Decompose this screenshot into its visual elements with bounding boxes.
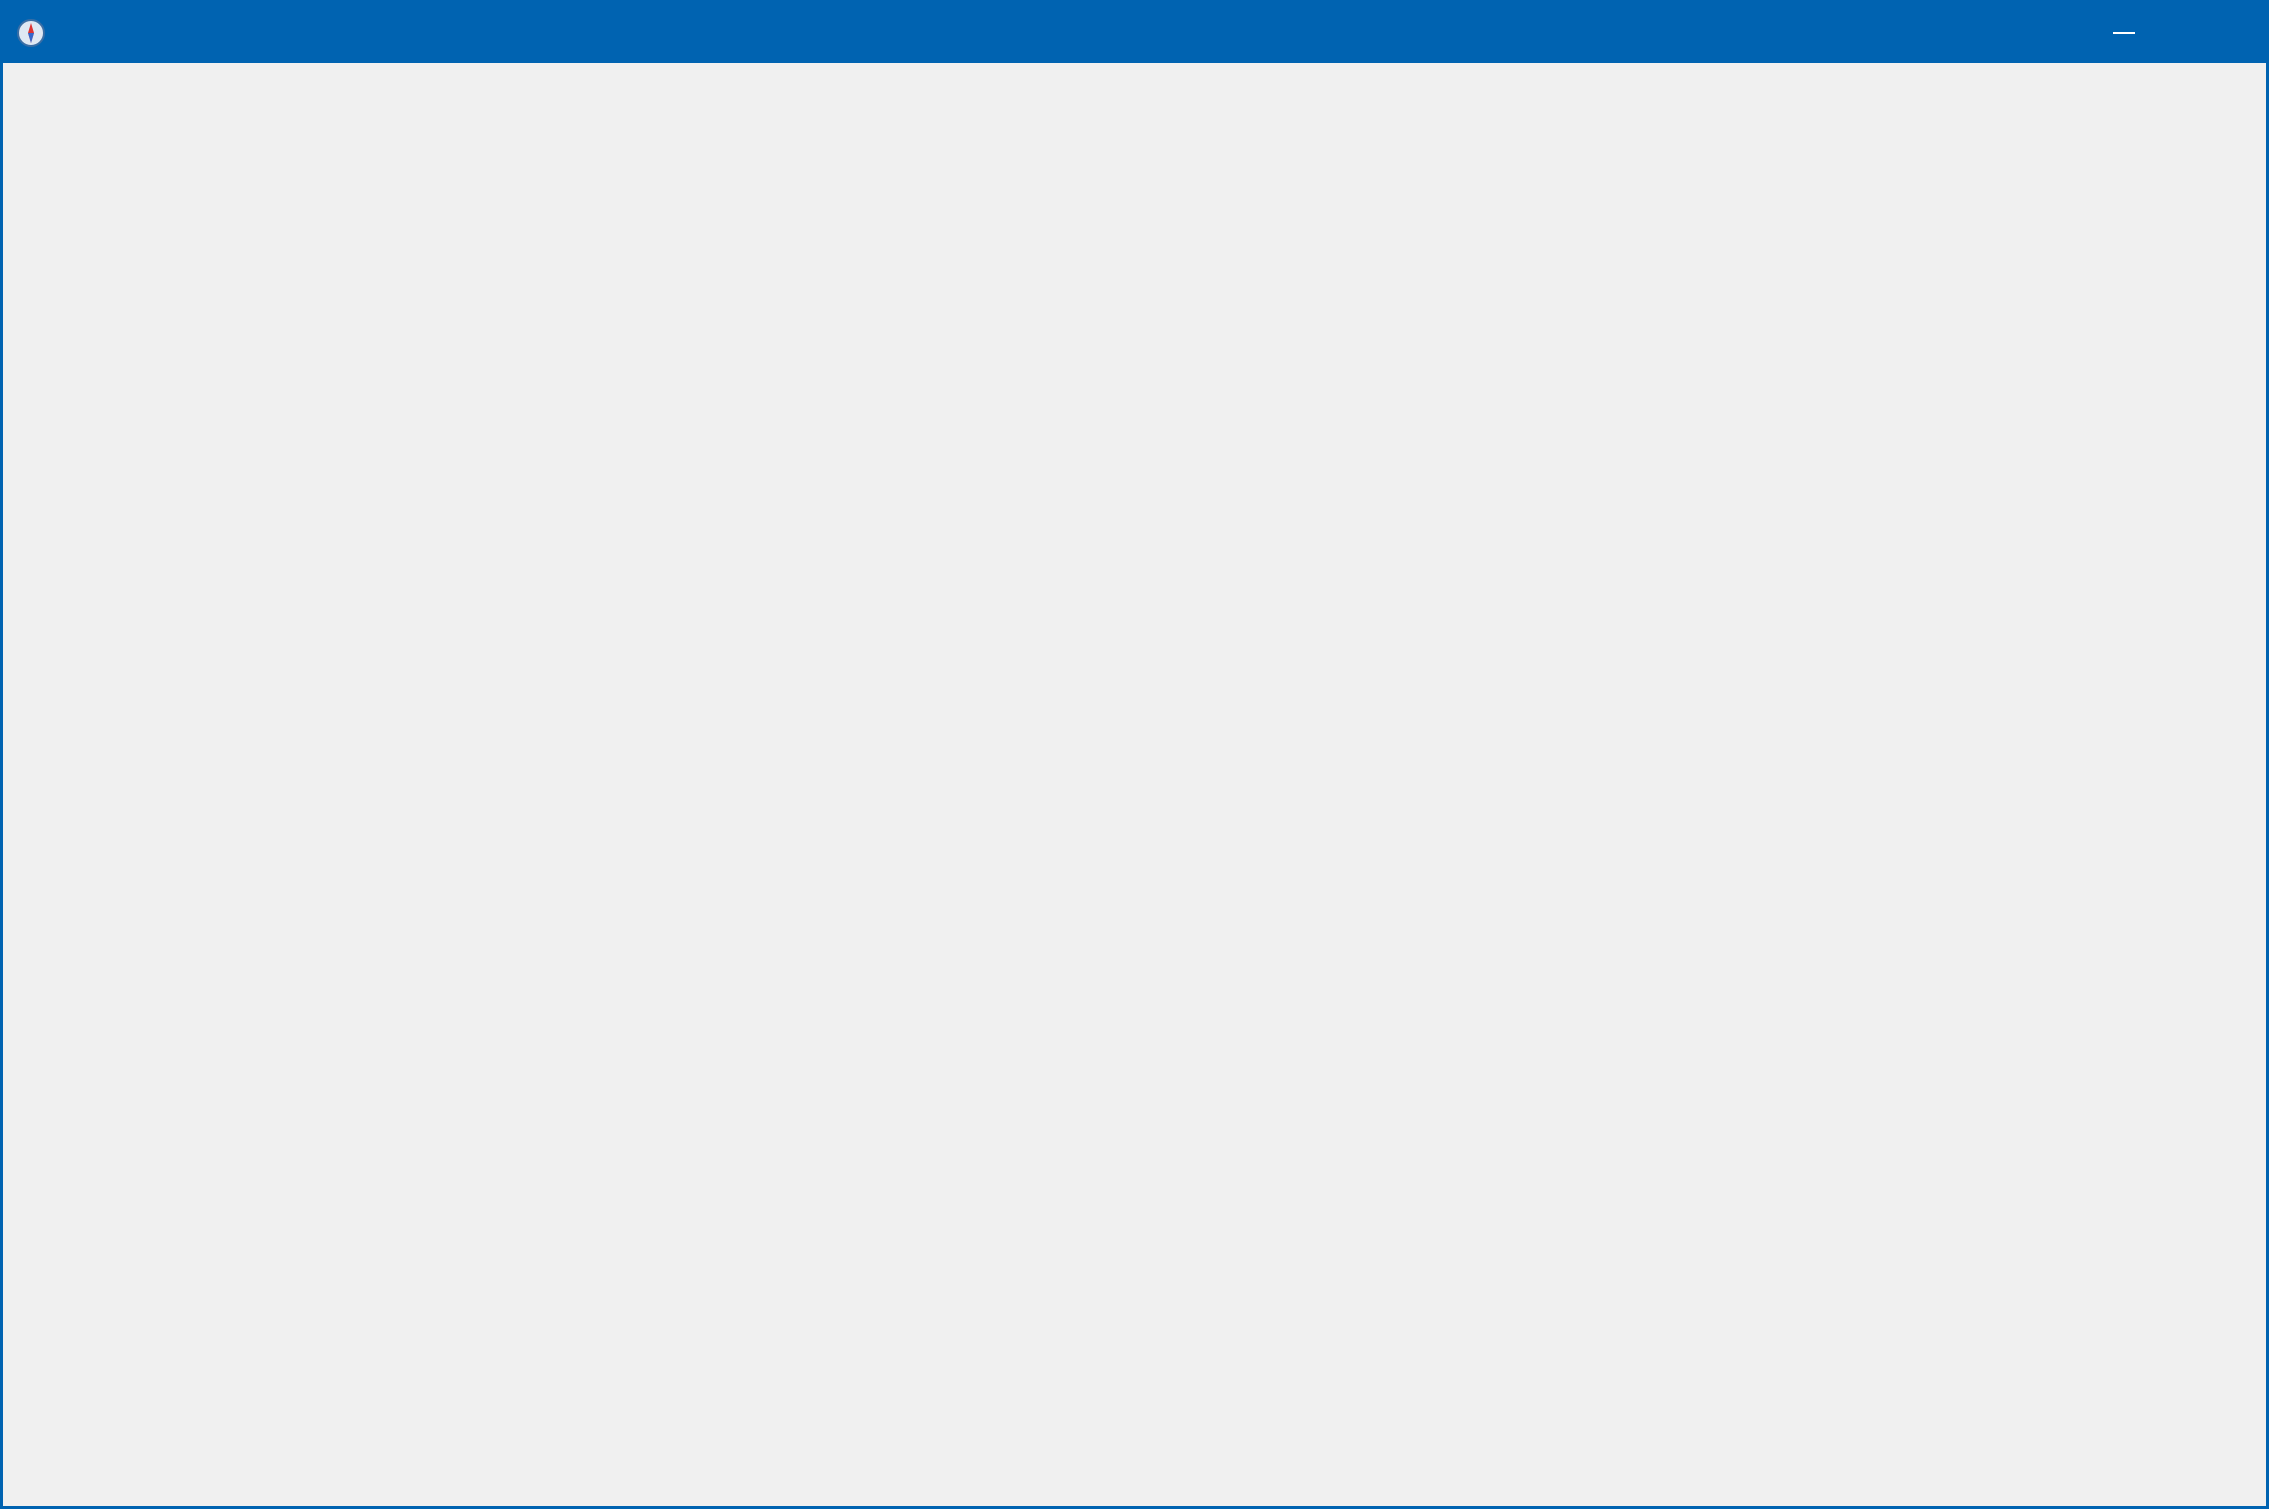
title-bar	[3, 3, 2266, 63]
app-window	[0, 0, 2269, 1509]
compass-app-icon	[17, 19, 45, 47]
minimize-button[interactable]	[2076, 3, 2172, 63]
minimize-icon	[2113, 32, 2135, 34]
